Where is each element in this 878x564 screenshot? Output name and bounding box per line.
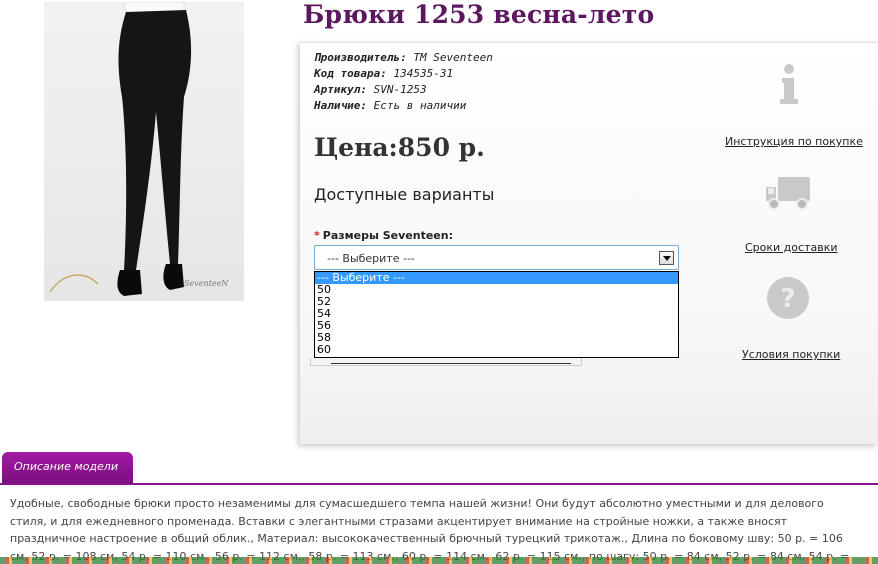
svg-text:SeventeeN: SeventeeN	[184, 279, 229, 288]
size-option-placeholder[interactable]: --- Выберите ---	[315, 272, 678, 284]
page-title: Брюки 1253 весна-лето	[303, 0, 655, 29]
decorative-garland	[0, 557, 878, 564]
meta-article: Артикул: SVN-1253	[314, 83, 427, 96]
chevron-down-icon[interactable]	[659, 251, 674, 265]
description-panel: Удобные, свободные брюки просто незамени…	[0, 483, 878, 564]
size-option-60[interactable]: 60	[315, 344, 678, 356]
info-icon[interactable]	[778, 63, 800, 109]
meta-product-code: Код товара: 134535-31	[314, 67, 454, 80]
product-meta: Производитель: TM Seventeen Код товара: …	[314, 50, 493, 114]
product-info-panel: Производитель: TM Seventeen Код товара: …	[300, 42, 878, 444]
size-select-value: --- Выберите ---	[327, 252, 415, 265]
size-option-50[interactable]: 50	[315, 284, 678, 296]
size-option-54[interactable]: 54	[315, 308, 678, 320]
question-icon[interactable]: ?	[765, 275, 811, 325]
product-price: Цена:850 р.	[314, 133, 485, 162]
required-mark: *	[314, 229, 320, 242]
size-label: * Размеры Seventeen:	[314, 229, 453, 242]
size-option-52[interactable]: 52	[315, 296, 678, 308]
truck-icon[interactable]	[764, 171, 814, 217]
instructions-link[interactable]: Инструкция по покупке	[725, 135, 863, 148]
meta-manufacturer: Производитель: TM Seventeen	[314, 51, 493, 64]
size-option-56[interactable]: 56	[315, 320, 678, 332]
size-select[interactable]: --- Выберите ---	[314, 245, 679, 270]
product-photo[interactable]: SeventeeN	[44, 2, 244, 301]
hidden-field-behind-dropdown	[310, 358, 582, 366]
terms-link[interactable]: Условия покупки	[742, 348, 840, 361]
variants-heading: Доступные варианты	[314, 185, 495, 204]
size-dropdown-list[interactable]: --- Выберите --- 50 52 54 56 58 60	[314, 271, 679, 358]
meta-availability: Наличие: Есть в наличии	[314, 99, 467, 112]
description-text: Удобные, свободные брюки просто незамени…	[10, 497, 850, 563]
tab-description[interactable]: Описание модели	[2, 452, 133, 483]
size-option-58[interactable]: 58	[315, 332, 678, 344]
delivery-link[interactable]: Сроки доставки	[745, 241, 838, 254]
svg-text:?: ?	[780, 284, 795, 314]
